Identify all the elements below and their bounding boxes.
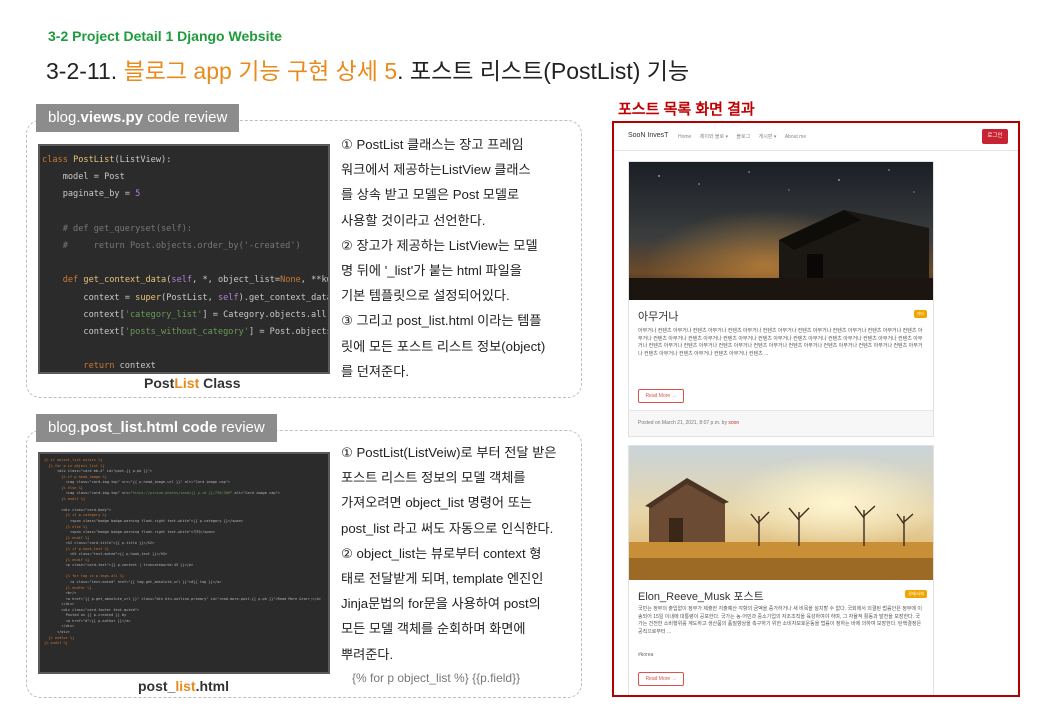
page-subtitle: 3-2 Project Detail 1 Django Website [48,28,282,44]
desc-line: 명 뒤에 '_list'가 붙는 html 파일을 [341,263,522,279]
desc-line: ① PostList(ListVeiw)로 부터 전달 받은 [341,445,557,460]
nav-link-home[interactable]: Home [678,134,691,140]
page-title: 3-2-11. 블로그 app 기능 구현 상세 5. 포스트 리스트(Post… [46,52,689,86]
post-excerpt: 국민는 정부의 출입없이 정부가 제출한 지출예산 각항의 금액을 증가하거나 … [638,606,923,635]
desc-line: 모든 모델 객체를 순회하며 화면에 [341,621,526,637]
category-badge: 경제/사회 [905,590,927,598]
desc-line: ② object_list는 뷰로부터 context 형 [341,545,542,561]
desc-line: Jinja문법의 for문을 사용하여 post의 [341,596,541,612]
desc-line: 를 던져준다. [341,363,409,379]
post-excerpt: 아무거나 컨텐츠 아무거나 컨텐츠 아무거나 컨텐츠 아무거나 컨텐츠 아무거나… [638,328,923,357]
views-description: ① PostList 클래스는 장고 프레임 워크에서 제공하는ListView… [341,132,545,384]
views-code-screenshot: class PostList(ListView): model = Post p… [38,144,330,374]
post-image-barn-sunset [629,446,933,580]
post-list-caption: post_list.html [138,678,230,694]
read-more-button[interactable]: Read More → [638,672,684,686]
category-badge: 기타 [913,310,927,318]
desc-line: ③ 그리고 post_list.html 이라는 템플 [341,313,542,329]
desc-line: 포스트 리스트 정보의 모델 객체를 [341,470,526,486]
post-tag[interactable]: #korea [638,652,653,658]
desc-line: ② 장고가 제공하는 ListView는 모델 [341,237,538,253]
template-syntax-line: {% for p object_list %} {{p.field}} [352,671,521,685]
nav-link-about[interactable]: About me [785,134,806,140]
post-card: 아무거나 기타 아무거나 컨텐츠 아무거나 컨텐츠 아무거나 컨텐츠 아무거나 … [628,161,934,437]
post-title[interactable]: 아무거나 [638,308,678,324]
desc-line: 사용할 것이라고 선언한다. [341,212,486,228]
post-image-barn-night [629,162,933,300]
desc-line: ① PostList 클래스는 장고 프레임 [341,137,524,152]
site-navbar: SooN InvesT Home 제이와 블로 ▾ 블로그 게시판 ▾ Abou… [614,123,1018,151]
post-list-code-screenshot: {% if object_list.exists %} {% for p in … [38,452,330,674]
desc-line: 워크에서 제공하는ListView 클래스 [341,162,531,178]
site-nav-links: Home 제이와 블로 ▾ 블로그 게시판 ▾ About me [678,133,813,140]
desc-line: 태로 전달받게 되며, template 엔진인 [341,571,544,587]
title-number: 3-2-11. [46,58,124,84]
desc-line: 기본 템플릿으로 설정되어있다. [341,288,510,304]
desc-line: 릿에 모든 포스트 리스트 정보(object) [341,338,546,354]
views-review-tag: blog.views.py code review [36,104,240,132]
desc-line: 가져오려면 object_list 명령어 또는 [341,495,532,511]
post-list-description: ① PostList(ListVeiw)로 부터 전달 받은 포스트 리스트 정… [341,440,556,667]
read-more-button[interactable]: Read More → [638,389,684,403]
login-button[interactable]: 로그인 [982,129,1008,144]
post-author-link[interactable]: soon [728,420,739,426]
nav-link-dropdown-1[interactable]: 제이와 블로 ▾ [700,134,728,140]
desc-line: post_list 라고 써도 자동으로 인식한다. [341,520,554,536]
post-footer: Posted on March 21, 2021, 8:07 p.m. by s… [629,410,933,436]
desc-line: 를 상속 받고 모델은 Post 모델로 [341,187,520,203]
views-caption: PostList Class [144,375,241,391]
nav-link-blog[interactable]: 블로그 [736,134,750,140]
post-title[interactable]: Elon_Reeve_Musk 포스트 [638,588,764,604]
site-brand[interactable]: SooN InvesT [628,132,668,139]
post-list-review-tag: blog.post_list.html code review [36,414,277,442]
result-screenshot: SooN InvesT Home 제이와 블로 ▾ 블로그 게시판 ▾ Abou… [612,121,1020,697]
title-highlight: 블로그 app 기능 구현 상세 5 [123,58,398,84]
result-title: 포스트 목록 화면 결과 [618,101,755,118]
desc-line: 뿌려준다. [341,646,394,662]
nav-link-board[interactable]: 게시판 ▾ [759,134,777,140]
post-card: Elon_Reeve_Musk 포스트 경제/사회 국민는 정부의 출입없이 정… [628,445,934,695]
title-rest: . 포스트 리스트(PostList) 기능 [397,58,690,84]
